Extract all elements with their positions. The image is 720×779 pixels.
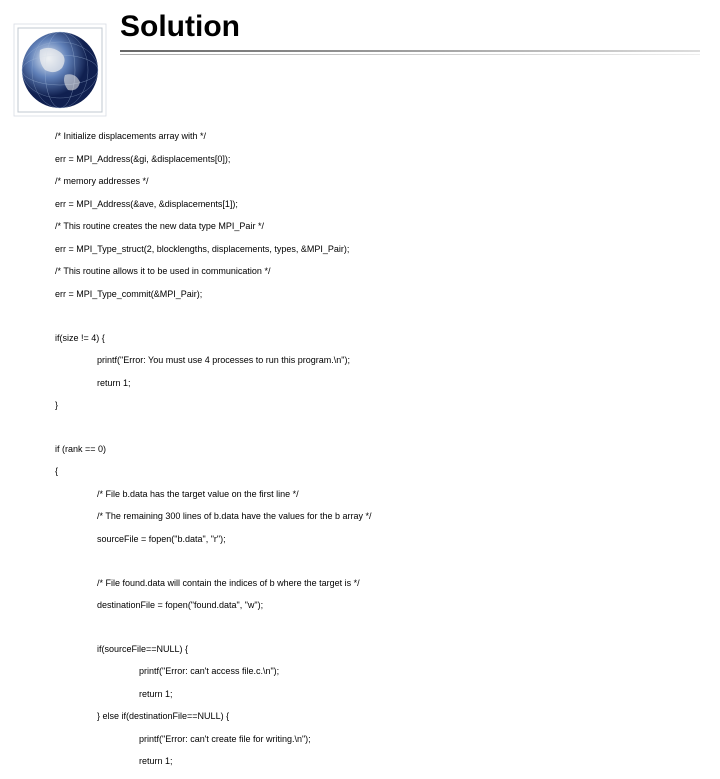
code-line: /* Initialize displacements array with *… <box>55 131 700 142</box>
code-line: printf("Error: can't create file for wri… <box>55 734 700 745</box>
code-line: /* File b.data has the target value on t… <box>55 489 700 500</box>
code-line: } <box>55 400 700 411</box>
code-line: destinationFile = fopen("found.data", "w… <box>55 600 700 611</box>
code-line: sourceFile = fopen("b.data", "r"); <box>55 534 700 545</box>
code-line: return 1; <box>55 756 700 767</box>
code-line: /* This routine creates the new data typ… <box>55 221 700 232</box>
globe-icon <box>10 20 110 120</box>
code-line: printf("Error: You must use 4 processes … <box>55 355 700 366</box>
title-divider <box>120 50 700 52</box>
code-line: printf("Error: can't access file.c.\n"); <box>55 666 700 677</box>
code-block: /* Initialize displacements array with *… <box>55 120 700 779</box>
code-line: return 1; <box>55 378 700 389</box>
code-line: /* File found.data will contain the indi… <box>55 578 700 589</box>
code-line: } else if(destinationFile==NULL) { <box>55 711 700 722</box>
code-line: /* This routine allows it to be used in … <box>55 266 700 277</box>
page-title: Solution <box>120 10 700 48</box>
code-line: if(sourceFile==NULL) { <box>55 644 700 655</box>
code-line: err = MPI_Type_commit(&MPI_Pair); <box>55 289 700 300</box>
code-line: /* memory addresses */ <box>55 176 700 187</box>
code-line: if(size != 4) { <box>55 333 700 344</box>
code-line: if (rank == 0) <box>55 444 700 455</box>
code-line: err = MPI_Address(&ave, &displacements[1… <box>55 199 700 210</box>
code-line: /* The remaining 300 lines of b.data hav… <box>55 511 700 522</box>
title-divider-2 <box>120 54 700 55</box>
code-line: err = MPI_Address(&gi, &displacements[0]… <box>55 154 700 165</box>
code-line: return 1; <box>55 689 700 700</box>
code-line: err = MPI_Type_struct(2, blocklengths, d… <box>55 244 700 255</box>
code-line: { <box>55 466 700 477</box>
